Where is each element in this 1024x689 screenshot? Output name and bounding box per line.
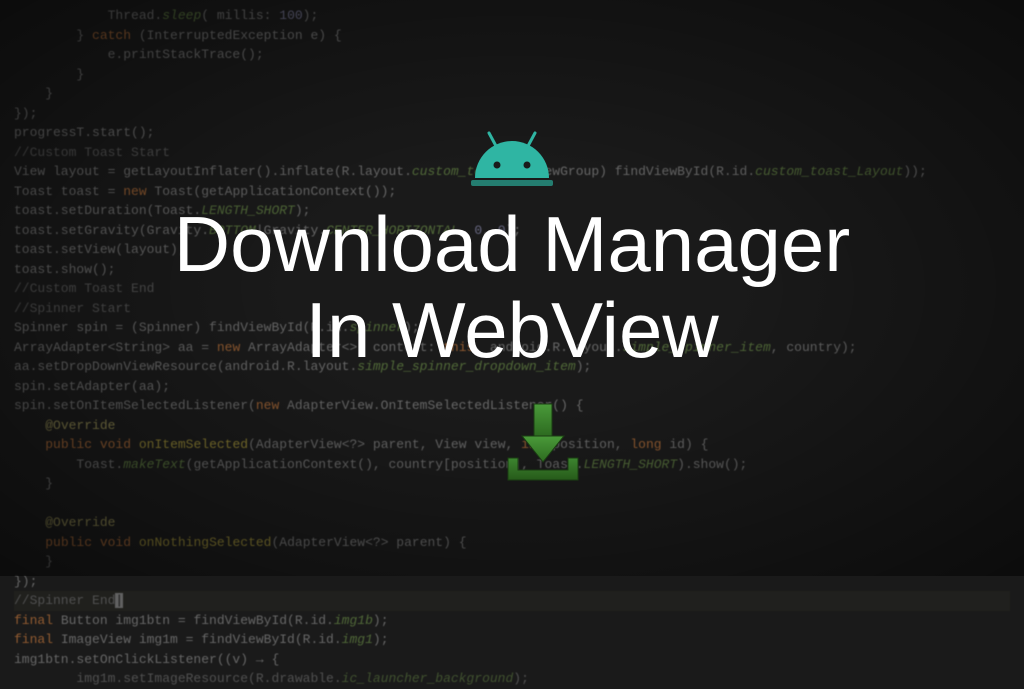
code-line: public void onItemSelected(AdapterView<?… [14,437,708,452]
code-line: View layout = getLayoutInflater().inflat… [14,164,927,179]
code-line: ArrayAdapter<String> aa = new ArrayAdapt… [14,340,857,355]
code-line: Spinner spin = (Spinner) findViewById(R.… [14,320,420,335]
code-line: Thread.sleep( millis: 100); [14,8,318,23]
code-line: @Override [14,515,115,530]
code-line: toast.setGravity(Gravity.BOTTOM|Gravity.… [14,223,521,238]
code-line: final Button img1btn = findViewById(R.id… [14,613,389,628]
code-line: img1btn.setOnClickListener((v) → { [14,652,279,667]
code-line: public void onNothingSelected(AdapterVie… [14,535,467,550]
code-line: //Custom Toast Start [14,145,170,160]
code-line: @Override [14,418,115,433]
code-line: spin.setOnItemSelectedListener(new Adapt… [14,398,584,413]
code-line: toast.setView(layout); [14,242,186,257]
code-line: } [14,476,53,491]
code-line: //Spinner End| [14,591,1010,611]
code-line: Toast.makeText(getApplicationContext(), … [14,457,747,472]
code-line: } [14,554,53,569]
code-line: } [14,67,84,82]
code-line: spin.setAdapter(aa); [14,379,170,394]
code-line: } [14,86,53,101]
code-line: //Custom Toast End [14,281,154,296]
code-line: img1m.setImageResource(R.drawable.ic_lau… [14,671,529,686]
code-line: Toast toast = new Toast(getApplicationCo… [14,184,396,199]
code-line: progressT.start(); [14,125,154,140]
code-line: toast.show(); [14,262,115,277]
code-line: final ImageView img1m = findViewById(R.i… [14,632,389,647]
code-line: }); [14,106,37,121]
code-background: Thread.sleep( millis: 100); } catch (Int… [0,0,1024,576]
code-line: } catch (InterruptedException e) { [14,28,342,43]
code-line: toast.setDuration(Toast.LENGTH_SHORT); [14,203,310,218]
code-line [14,496,22,511]
code-line: aa.setDropDownViewResource(android.R.lay… [14,359,591,374]
code-line: e.printStackTrace(); [14,47,264,62]
code-line: //Spinner Start [14,301,131,316]
